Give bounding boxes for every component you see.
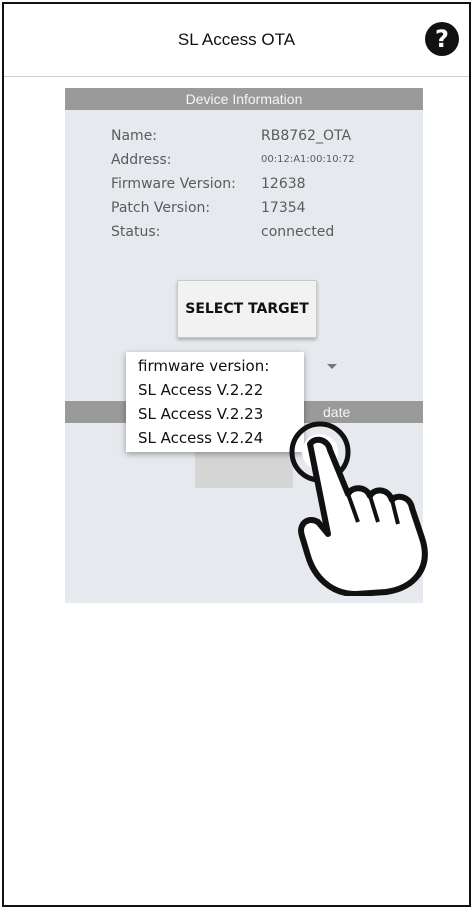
select-target-button[interactable]: SELECT TARGET [177, 280, 317, 338]
update-button[interactable] [195, 446, 293, 488]
dropdown-item-v222[interactable]: SL Access V.2.22 [126, 378, 304, 402]
app-title: SL Access OTA [177, 30, 296, 49]
firmware-dropdown-list: firmware version: SL Access V.2.22 SL Ac… [126, 352, 304, 452]
name-label: Name: [111, 128, 158, 144]
name-value: RB8762_OTA [261, 128, 352, 144]
info-row-name: Name: RB8762_OTA [111, 124, 381, 148]
app-bar: SL Access OTA ? [4, 4, 469, 77]
firmware-version-label: Firmware Version: [111, 176, 236, 192]
address-value: 00:12:A1:00:10:72 [261, 154, 355, 165]
phone-screen: SL Access OTA ? Device Information Name:… [2, 2, 471, 907]
device-information-header: Device Information [65, 88, 423, 110]
info-row-address: Address: 00:12:A1:00:10:72 [111, 148, 381, 172]
patch-version-value: 17354 [261, 200, 306, 216]
status-value: connected [261, 224, 335, 240]
tap-hand-icon [289, 421, 428, 596]
info-row-firmware: Firmware Version: 12638 [111, 172, 381, 196]
dropdown-item-v223[interactable]: SL Access V.2.23 [126, 402, 304, 426]
address-label: Address: [111, 152, 172, 168]
device-info-list: Name: RB8762_OTA Address: 00:12:A1:00:10… [111, 124, 381, 244]
info-row-status: Status: connected [111, 220, 381, 244]
chevron-down-icon[interactable] [327, 364, 337, 369]
firmware-version-value: 12638 [261, 176, 306, 192]
help-icon[interactable]: ? [425, 22, 459, 56]
dropdown-item-header: firmware version: [138, 357, 270, 375]
dropdown-item-v224[interactable]: SL Access V.2.24 [126, 426, 304, 450]
patch-version-label: Patch Version: [111, 200, 211, 216]
info-row-patch: Patch Version: 17354 [111, 196, 381, 220]
status-label: Status: [111, 224, 161, 240]
